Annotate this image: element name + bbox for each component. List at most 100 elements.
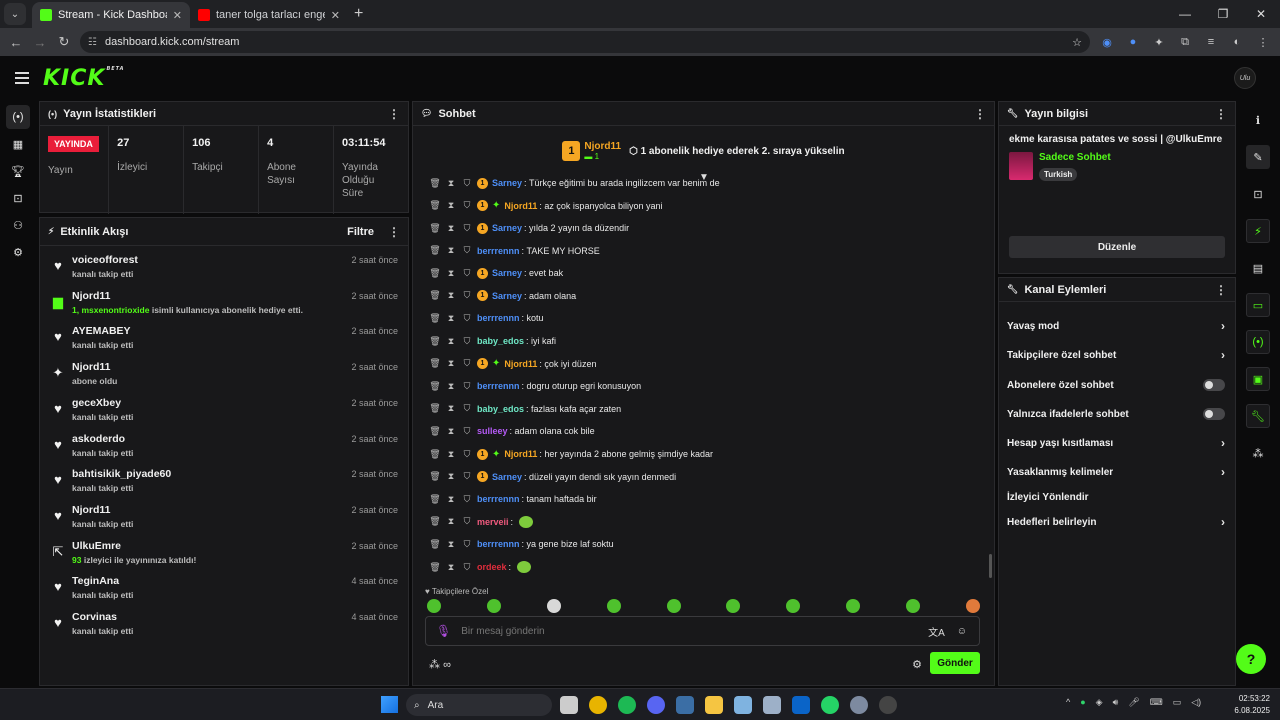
timeout-icon[interactable]: ⧗	[445, 562, 457, 573]
activity-item[interactable]: ♥ AYEMABEY kanalı takip etti 2 saat önce	[48, 325, 398, 359]
settings-icon[interactable]: ⚙	[6, 240, 30, 264]
moderation-icon[interactable]: ⊡	[6, 186, 30, 210]
minimize-icon[interactable]: —	[1166, 0, 1204, 28]
emote-icon[interactable]	[846, 599, 861, 613]
channel-action-item[interactable]: İzleyici Yönlendir	[1007, 488, 1225, 506]
ban-shield-icon[interactable]: ⛉	[461, 245, 473, 256]
tab-search-button[interactable]: ⌄	[4, 3, 26, 25]
chat-message[interactable]: 🗑︎ ⧗ ⛉ 1 Sarney: Türkçe eğitimi bu arada ing…	[429, 174, 720, 192]
ban-shield-icon[interactable]: ⛉	[461, 200, 473, 211]
support-chat-icon[interactable]: ?	[1236, 644, 1266, 674]
url-field[interactable]: ☷ dashboard.kick.com/stream ☆	[80, 31, 1090, 53]
chat-username[interactable]: Sarney	[492, 268, 522, 278]
delete-icon[interactable]: 🗑︎	[429, 178, 441, 189]
chat-message[interactable]: 🗑︎ ⧗ ⛉ berrrennn: dogru oturup egri konusuy…	[429, 377, 641, 395]
timeout-icon[interactable]: ⧗	[445, 336, 457, 347]
send-button[interactable]: Gönder	[930, 652, 980, 674]
chat-message[interactable]: 🗑︎ ⧗ ⛉ 1 ✦ Njord11: az çok ispanyolca biliyon…	[429, 197, 663, 215]
emote-icon[interactable]	[486, 599, 501, 613]
chat-message[interactable]: 🗑︎ ⧗ ⛉ berrrennn: ya gene bize laf soktu	[429, 535, 613, 553]
emote-icon[interactable]	[606, 599, 621, 613]
chat-message[interactable]: 🗑︎ ⧗ ⛉ 1 Sarney: yılda 2 yayın da düzendir	[429, 219, 629, 237]
activity-item[interactable]: ♥ Njord11 kanalı takip etti 2 saat önce	[48, 504, 398, 538]
emote-icon[interactable]	[906, 599, 920, 613]
mic-icon[interactable]: 🎤︎	[1128, 697, 1139, 708]
delete-icon[interactable]: 🗑︎	[429, 223, 441, 234]
chat-settings-icon[interactable]: ⚙	[912, 658, 922, 671]
chat-username[interactable]: berrrennn	[477, 494, 520, 504]
emote-icon[interactable]	[546, 599, 561, 613]
more-options-icon[interactable]: ⋮	[1215, 283, 1227, 297]
obs-icon[interactable]	[879, 696, 897, 714]
channel-action-item[interactable]: Yavaş mod ›	[1007, 317, 1225, 335]
chat-username[interactable]: berrrennn	[477, 313, 520, 323]
chat-username[interactable]: Sarney	[492, 472, 522, 482]
gift-points-icon[interactable]: ⁂	[429, 659, 440, 671]
timeout-icon[interactable]: ⧗	[445, 178, 457, 189]
emoji-icon[interactable]: ☺	[957, 626, 967, 637]
taskbar-clock[interactable]: 02:53:22 6.08.2025	[1234, 693, 1270, 717]
chat-username[interactable]: berrrennn	[477, 246, 520, 256]
timeout-icon[interactable]: ⧗	[445, 200, 457, 211]
activity-item[interactable]: ♥ askoderdo kanalı takip etti 2 saat önce	[48, 433, 398, 467]
delete-icon[interactable]: 🗑︎	[429, 449, 441, 460]
channel-action-item[interactable]: Takipçilere özel sohbet ›	[1007, 346, 1225, 364]
puzzle-icon[interactable]: ⧉	[1178, 35, 1192, 49]
ban-shield-icon[interactable]: ⛉	[461, 223, 473, 234]
delete-icon[interactable]: 🗑︎	[429, 268, 441, 279]
chat-message[interactable]: 🗑︎ ⧗ ⛉ merveii:	[429, 513, 533, 531]
chat-message[interactable]: 🗑︎ ⧗ ⛉ 1 Sarney: düzeli yayın dendi sık yayı…	[429, 468, 676, 486]
more-options-icon[interactable]: ⋮	[1215, 107, 1227, 121]
spotify-icon[interactable]	[618, 696, 636, 714]
settings-app-icon[interactable]	[850, 696, 868, 714]
delete-icon[interactable]: 🗑︎	[429, 245, 441, 256]
info-icon[interactable]: ℹ	[1246, 108, 1270, 132]
microphone-icon[interactable]: 🎙︎	[436, 624, 451, 638]
chat-message[interactable]: 🗑︎ ⧗ ⛉ baby_edos: fazlası kafa açar zaten	[429, 400, 621, 418]
chat-username[interactable]: sulleey	[477, 426, 508, 436]
tab-youtube[interactable]: taner tolga tarlacı engelli hayra ✕	[190, 2, 348, 28]
speaker-icon[interactable]: 🔊︎	[1113, 697, 1119, 708]
gallery-icon[interactable]	[763, 696, 781, 714]
channel-action-item[interactable]: Hesap yaşı kısıtlaması ›	[1007, 434, 1225, 452]
timeout-icon[interactable]: ⧗	[445, 539, 457, 550]
display-icon[interactable]: ▭	[1173, 697, 1182, 708]
channel-action-item[interactable]: Hedefleri belirleyin ›	[1007, 513, 1225, 531]
bookmark-star-icon[interactable]: ☆	[1072, 36, 1082, 49]
delete-icon[interactable]: 🗑︎	[429, 336, 441, 347]
avatar[interactable]: Ulu	[1234, 67, 1256, 89]
pinned-gift-banner[interactable]: 1 Njord11 ▬ 1 ⬡ 1 abonelik hediye ederek…	[413, 126, 994, 176]
chrome-icon[interactable]	[589, 696, 607, 714]
lightning-icon[interactable]: ⚡︎	[1246, 219, 1270, 243]
timeout-icon[interactable]: ⧗	[445, 223, 457, 234]
trophy-icon[interactable]: 🏆︎	[6, 159, 30, 183]
site-info-icon[interactable]: ☷	[88, 37, 97, 48]
timeout-icon[interactable]: ⧗	[445, 516, 457, 527]
more-options-icon[interactable]: ⋮	[388, 107, 400, 121]
chat-username[interactable]: ordeek	[477, 562, 507, 572]
activity-item[interactable]: ▆ Njord11 1, msxenontrioxide isimli kullan…	[48, 290, 398, 324]
chat-username[interactable]: baby_edos	[477, 336, 524, 346]
ban-shield-icon[interactable]: ⛉	[461, 471, 473, 482]
chat-message[interactable]: 🗑︎ ⧗ ⛉ baby_edos: iyi kafi	[429, 332, 556, 350]
activity-item[interactable]: ♥ TeginAna kanalı takip etti 4 saat önce	[48, 575, 398, 609]
timeout-icon[interactable]: ⧗	[445, 471, 457, 482]
chat-message[interactable]: 🗑︎ ⧗ ⛉ 1 ✦ Njord11: her yayında 2 abone gelmi…	[429, 445, 713, 463]
emote-icon[interactable]	[965, 599, 980, 613]
ban-shield-icon[interactable]: ⛉	[461, 268, 473, 279]
timeout-icon[interactable]: ⧗	[445, 245, 457, 256]
ban-shield-icon[interactable]: ⛉	[461, 358, 473, 369]
chat-message[interactable]: 🗑︎ ⧗ ⛉ berrrennn: tanam haftada bir	[429, 490, 596, 508]
tray-app-icon[interactable]: ●	[1080, 697, 1085, 708]
channel-action-item[interactable]: Yasaklanmış kelimeler ›	[1007, 463, 1225, 481]
ban-shield-icon[interactable]: ⛉	[461, 290, 473, 301]
moderation-icon[interactable]: ⊡	[1246, 182, 1270, 206]
ban-shield-icon[interactable]: ⛉	[461, 562, 473, 573]
extension-icon[interactable]: ✦	[1152, 35, 1166, 49]
channel-action-item[interactable]: Abonelere özel sohbet	[1007, 376, 1225, 394]
channel-action-item[interactable]: Yalnızca ifadelerle sohbet	[1007, 405, 1225, 423]
delete-icon[interactable]: 🗑︎	[429, 539, 441, 550]
scrollbar[interactable]	[989, 554, 992, 578]
timeout-icon[interactable]: ⧗	[445, 426, 457, 437]
emote-icon[interactable]	[427, 599, 441, 613]
